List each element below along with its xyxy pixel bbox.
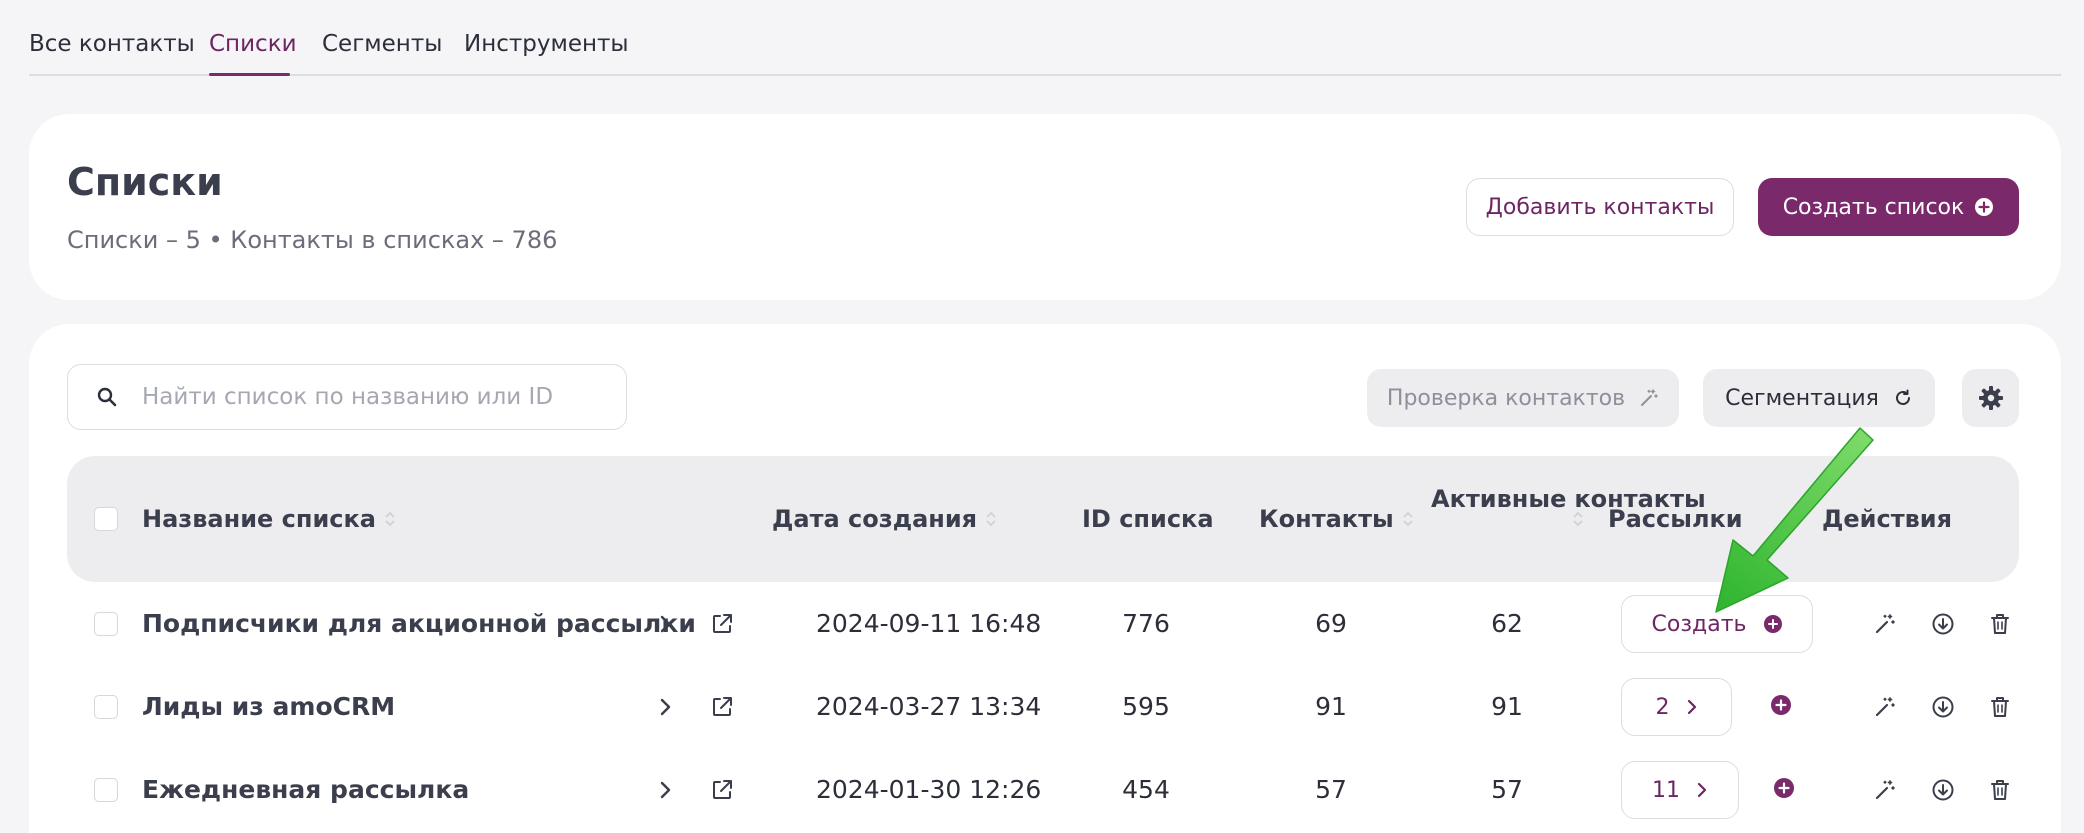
chevron-right-icon	[1697, 782, 1707, 798]
mailings-count-button[interactable]: 11	[1621, 761, 1739, 819]
magic-wand-icon	[1641, 389, 1658, 406]
created-date: 2024-03-27 13:34	[816, 692, 1042, 721]
column-header-mailings: Рассылки	[1608, 504, 1743, 534]
lists-header-card: Списки Списки – 5 • Контакты в списках –…	[29, 114, 2061, 300]
search-box[interactable]	[67, 364, 627, 430]
segmentation-label: Сегментация	[1725, 385, 1879, 411]
magic-wand-icon[interactable]	[1873, 695, 1897, 719]
list-id: 454	[1122, 775, 1170, 804]
column-header-name[interactable]: Название списка	[142, 504, 396, 534]
create-mailing-label: Создать	[1651, 611, 1747, 637]
external-link-icon[interactable]	[710, 695, 734, 719]
external-link-icon[interactable]	[710, 612, 734, 636]
list-id: 776	[1122, 609, 1170, 638]
mailings-count-button[interactable]: 2	[1621, 678, 1732, 736]
search-input[interactable]	[142, 384, 582, 410]
mailings-count: 11	[1652, 777, 1680, 803]
plus-circle-icon	[1774, 778, 1794, 798]
chevron-right-icon[interactable]	[659, 613, 673, 635]
chevron-right-icon[interactable]	[659, 696, 673, 718]
create-list-label: Создать список	[1782, 194, 1965, 220]
sort-icon	[1403, 511, 1413, 527]
table-row: Лиды из amoCRM 2024-03-27 13:34 595 91 9…	[67, 667, 2019, 747]
column-header-id-label: ID списка	[1082, 505, 1214, 533]
column-header-name-label: Название списка	[142, 505, 376, 533]
create-list-button[interactable]: Создать список	[1758, 178, 2019, 236]
list-name[interactable]: Лиды из amoCRM	[142, 692, 395, 722]
tab-lists[interactable]: Списки	[209, 30, 297, 58]
plus-circle-icon	[1771, 695, 1791, 715]
segmentation-button[interactable]: Сегментация	[1703, 369, 1935, 427]
column-header-id: ID списка	[1082, 504, 1214, 534]
list-name[interactable]: Подписчики для акционной рассылки	[142, 609, 696, 639]
top-tabs: Все контакты Списки Сегменты Инструменты	[29, 0, 2061, 76]
column-header-active-contacts[interactable]: Активные контакты	[1431, 480, 1706, 518]
add-contacts-label: Добавить контакты	[1485, 194, 1715, 220]
active-contacts-count: 57	[1491, 775, 1523, 804]
create-mailing-button[interactable]: Создать	[1621, 595, 1813, 653]
list-name[interactable]: Ежедневная рассылка	[142, 775, 469, 805]
add-mailing-button[interactable]	[1770, 694, 1792, 720]
mailings-count: 2	[1655, 694, 1670, 720]
external-link-icon[interactable]	[710, 778, 734, 802]
add-contacts-button[interactable]: Добавить контакты	[1466, 178, 1734, 236]
lists-summary: Списки – 5 • Контакты в списках – 786	[67, 226, 558, 254]
check-contacts-label: Проверка контактов	[1386, 385, 1626, 411]
sort-icon	[385, 511, 395, 527]
active-contacts-count: 62	[1491, 609, 1523, 638]
created-date: 2024-01-30 12:26	[816, 775, 1042, 804]
contacts-count: 91	[1315, 692, 1347, 721]
lists-table-card: Проверка контактов Сегментация	[29, 324, 2061, 833]
tab-all-contacts[interactable]: Все контакты	[29, 30, 195, 58]
active-tab-indicator	[209, 73, 290, 76]
tab-segments[interactable]: Сегменты	[322, 30, 442, 58]
trash-icon[interactable]	[1989, 778, 2011, 802]
column-header-contacts-label: Контакты	[1259, 505, 1394, 533]
chevron-right-icon	[1687, 699, 1696, 715]
table-settings-button[interactable]	[1962, 369, 2019, 427]
row-checkbox[interactable]	[94, 695, 118, 719]
column-header-mailings-label: Рассылки	[1608, 505, 1743, 533]
plus-circle-icon	[1763, 615, 1782, 633]
row-checkbox[interactable]	[94, 612, 118, 636]
created-date: 2024-09-11 16:48	[816, 609, 1042, 638]
gear-icon	[1978, 386, 2003, 410]
chevron-right-icon[interactable]	[659, 779, 673, 801]
sort-icon	[1573, 511, 1583, 527]
add-mailing-button[interactable]	[1773, 777, 1795, 803]
contacts-count: 57	[1315, 775, 1347, 804]
column-header-created[interactable]: Дата создания	[772, 504, 997, 534]
column-header-actions: Действия	[1822, 504, 1952, 534]
download-icon[interactable]	[1931, 612, 1955, 636]
check-contacts-button[interactable]: Проверка контактов	[1367, 369, 1679, 427]
sort-icon	[986, 511, 996, 527]
select-all-checkbox[interactable]	[94, 507, 118, 531]
column-header-active-label-1: Активные	[1431, 485, 1567, 513]
plus-circle-icon	[1975, 198, 1994, 216]
column-header-contacts[interactable]: Контакты	[1259, 504, 1414, 534]
refresh-icon	[1895, 389, 1910, 405]
download-icon[interactable]	[1931, 778, 1955, 802]
search-icon	[97, 387, 117, 407]
table-row: Ежедневная рассылка 2024-01-30 12:26 454…	[67, 750, 2019, 830]
column-header-created-label: Дата создания	[772, 505, 978, 533]
active-contacts-count: 91	[1491, 692, 1523, 721]
trash-icon[interactable]	[1989, 612, 2011, 636]
tab-tools[interactable]: Инструменты	[464, 30, 629, 58]
contacts-count: 69	[1315, 609, 1347, 638]
column-header-actions-label: Действия	[1822, 505, 1953, 533]
page-title: Списки	[67, 160, 223, 204]
magic-wand-icon[interactable]	[1873, 612, 1897, 636]
table-row: Подписчики для акционной рассылки 2024-0…	[67, 584, 2019, 664]
row-checkbox[interactable]	[94, 778, 118, 802]
trash-icon[interactable]	[1989, 695, 2011, 719]
list-id: 595	[1122, 692, 1170, 721]
magic-wand-icon[interactable]	[1873, 778, 1897, 802]
download-icon[interactable]	[1931, 695, 1955, 719]
table-header: Название списка Дата создания ID списка …	[67, 456, 2019, 582]
